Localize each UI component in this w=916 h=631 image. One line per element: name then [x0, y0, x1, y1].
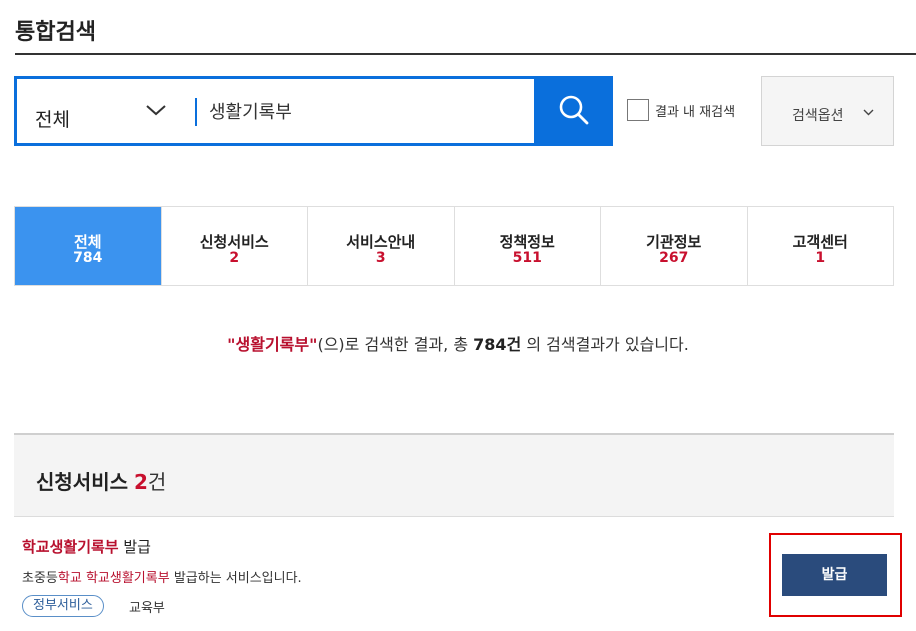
- result-title-highlight: 학교생활기록부: [22, 538, 119, 556]
- section-unit: 건: [147, 470, 167, 494]
- summary-keyword: "생활기록부": [227, 335, 318, 354]
- tab-count: 784: [73, 250, 103, 266]
- tab-count: 3: [375, 250, 386, 266]
- category-tabs: 전체 784 신청서비스 2 서비스안내 3 정책정보 511 기관정보 267…: [14, 206, 894, 286]
- search-options-button[interactable]: 검색옵션: [761, 76, 894, 146]
- desc-text: 발급하는 서비스입니다.: [169, 571, 302, 586]
- service-type-badge: 정부서비스: [22, 595, 104, 617]
- search-summary: "생활기록부"(으)로 검색한 결과, 총 784건 의 검색결과가 있습니다.: [0, 331, 916, 355]
- search-icon: [559, 95, 589, 125]
- page-title: 통합검색: [15, 20, 96, 45]
- result-title-rest: 발급: [118, 538, 151, 556]
- summary-text: (으)로 검색한 결과, 총: [317, 335, 474, 354]
- tab-count: 267: [659, 250, 689, 266]
- tab-label: 서비스안내: [346, 233, 416, 251]
- desc-highlight: 학교생활기록부: [85, 571, 170, 586]
- tab-label: 기관정보: [646, 233, 702, 251]
- search-scope-select[interactable]: 전체: [17, 79, 197, 143]
- tab-count: 2: [229, 250, 240, 266]
- tab-agency-info[interactable]: 기관정보 267: [600, 207, 747, 285]
- search-field-container: 전체: [17, 79, 534, 143]
- search-bar: 전체: [14, 76, 613, 146]
- result-organization: 교육부: [129, 601, 165, 616]
- scope-divider: [195, 98, 197, 126]
- summary-total: 784건: [473, 335, 522, 354]
- summary-text-end: 의 검색결과가 있습니다.: [521, 335, 689, 354]
- recheck-label: 결과 내 재검색: [655, 104, 736, 120]
- list-item: 학교생활기록부 발급 초중등학교 학교생활기록부 발급하는 서비스입니다. 정부…: [14, 518, 894, 631]
- search-button[interactable]: [535, 76, 613, 146]
- section-title-label: 신청서비스: [36, 470, 128, 494]
- tab-count: 511: [512, 250, 542, 266]
- recheck-option[interactable]: 결과 내 재검색: [627, 99, 735, 121]
- result-title-link[interactable]: 학교생활기록부 발급: [22, 536, 151, 557]
- tab-label: 전체: [73, 233, 102, 251]
- chevron-down-icon: [146, 105, 166, 116]
- search-input[interactable]: [209, 93, 519, 129]
- section-count: 2: [134, 470, 148, 494]
- tab-label: 정책정보: [499, 233, 555, 251]
- tab-service-guide[interactable]: 서비스안내 3: [307, 207, 454, 285]
- tab-policy-info[interactable]: 정책정보 511: [453, 207, 601, 285]
- desc-highlight: 학교: [57, 571, 82, 586]
- section-header: 신청서비스 2건: [14, 433, 894, 517]
- search-scope-value: 전체: [35, 109, 70, 131]
- tab-label: 고객센터: [792, 233, 848, 251]
- tab-count: 1: [815, 250, 826, 266]
- search-options-label: 검색옵션: [792, 108, 844, 124]
- recheck-checkbox[interactable]: [627, 99, 649, 121]
- tab-customer-center[interactable]: 고객센터 1: [746, 207, 894, 285]
- desc-text: 초중등: [22, 571, 58, 586]
- result-description: 초중등학교 학교생활기록부 발급하는 서비스입니다.: [22, 567, 302, 586]
- section-title: 신청서비스 2건: [36, 466, 166, 495]
- tab-application-service[interactable]: 신청서비스 2: [160, 207, 308, 285]
- tab-label: 신청서비스: [199, 233, 269, 251]
- title-divider: [15, 53, 916, 55]
- tab-all[interactable]: 전체 784: [15, 207, 161, 285]
- chevron-down-icon: [863, 109, 874, 116]
- issue-button[interactable]: 발급: [782, 554, 887, 596]
